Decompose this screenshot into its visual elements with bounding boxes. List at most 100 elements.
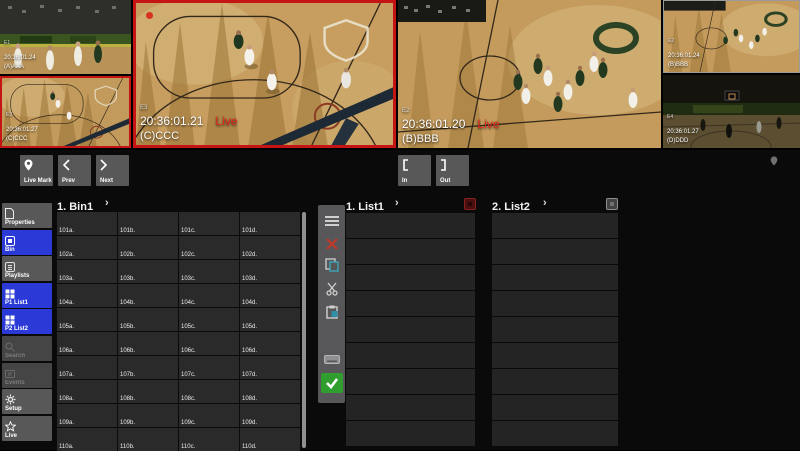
list-row[interactable] [492, 343, 618, 368]
confirm-icon[interactable] [321, 373, 343, 393]
monitor-camera-a[interactable]: E1 20:36:01.24 (A)AAA [0, 0, 131, 74]
list-row[interactable] [492, 239, 618, 264]
menu-icon[interactable] [325, 214, 339, 232]
bin-clip[interactable]: 109d. [240, 404, 300, 427]
bin-clip[interactable]: 102c. [179, 236, 239, 259]
sidebar-item-label: Search [5, 353, 25, 359]
bin-clip[interactable]: 107b. [118, 356, 178, 379]
copy-icon[interactable] [325, 258, 339, 277]
list1-header[interactable]: 1. List1 › [346, 197, 476, 211]
bin-clip[interactable]: 101b. [118, 212, 178, 235]
monitor-camera-d-thumb[interactable]: E4 20:36:01.27 (D)DDD [663, 75, 800, 148]
sidebar-item-live[interactable]: Live [2, 416, 52, 441]
in-button[interactable]: In [398, 155, 431, 186]
bin-clip[interactable]: 104b. [118, 284, 178, 307]
list-row[interactable] [346, 369, 475, 394]
bin-clip[interactable]: 105c. [179, 308, 239, 331]
bin-clip[interactable]: 105a. [57, 308, 117, 331]
bin-clip[interactable]: 107c. [179, 356, 239, 379]
bin-clip[interactable]: 110c. [179, 428, 239, 451]
list-row[interactable] [346, 239, 475, 264]
bin-clip[interactable]: 108a. [57, 380, 117, 403]
sidebar-item-p1-list1[interactable]: P1 List1 [2, 283, 52, 308]
bin-clip[interactable]: 103c. [179, 260, 239, 283]
sidebar-item-playlists[interactable]: Playlists [2, 256, 52, 281]
sidebar-item-bin[interactable]: Bin [2, 230, 52, 255]
bin-clip[interactable]: 105b. [118, 308, 178, 331]
list-row[interactable] [492, 369, 618, 394]
list2-output-badge[interactable] [606, 198, 618, 210]
bin-clip[interactable]: 105d. [240, 308, 300, 331]
bin-clip[interactable]: 106c. [179, 332, 239, 355]
monitor-camera-c-main[interactable]: E3 20:36:01.21Live (C)CCC [133, 0, 396, 148]
bin-clip[interactable]: 106d. [240, 332, 300, 355]
bin-clip[interactable]: 104a. [57, 284, 117, 307]
bin-clip[interactable]: 102d. [240, 236, 300, 259]
list-row[interactable] [346, 421, 475, 446]
list-row[interactable] [492, 395, 618, 420]
next-button[interactable]: Next [96, 155, 129, 186]
pin-small-icon[interactable] [770, 153, 778, 171]
bin-clip[interactable]: 110b. [118, 428, 178, 451]
bin-clip[interactable]: 109b. [118, 404, 178, 427]
prev-button[interactable]: Prev [58, 155, 91, 186]
bin-clip[interactable]: 101d. [240, 212, 300, 235]
clip-label: 105a. [59, 324, 74, 330]
bin-clip[interactable]: 107d. [240, 356, 300, 379]
list-row[interactable] [346, 291, 475, 316]
bin-clip[interactable]: 104d. [240, 284, 300, 307]
clip-label: 103a. [59, 276, 74, 282]
bin-clip[interactable]: 106a. [57, 332, 117, 355]
paste-icon[interactable] [325, 305, 338, 324]
list-row[interactable] [492, 291, 618, 316]
bin-clip[interactable]: 102b. [118, 236, 178, 259]
list-row[interactable] [492, 213, 618, 238]
list-row[interactable] [346, 395, 475, 420]
list-row[interactable] [492, 421, 618, 446]
bin-scrollbar[interactable] [302, 212, 306, 448]
bin-clip[interactable]: 108c. [179, 380, 239, 403]
button-label: Out [440, 178, 450, 184]
monitor-camera-b-main[interactable]: E2 20:36:01.20Live (B)BBB [398, 0, 661, 148]
sidebar-item-properties[interactable]: Properties [2, 203, 52, 228]
live-mark-button[interactable]: Live Mark [20, 155, 53, 186]
bin-clip[interactable]: 110d. [240, 428, 300, 451]
bin-clip[interactable]: 103b. [118, 260, 178, 283]
list1-output-badge[interactable] [464, 198, 476, 210]
list-row[interactable] [492, 265, 618, 290]
bin-clip[interactable]: 108d. [240, 380, 300, 403]
list-row[interactable] [492, 317, 618, 342]
clip-label: 110b. [120, 444, 135, 450]
monitor-camera-b-thumb[interactable]: E2 20:36:01.24 (B)BBB [663, 0, 800, 73]
keyboard-icon[interactable] [324, 351, 340, 369]
list-row[interactable] [346, 343, 475, 368]
bin-clip[interactable]: 108b. [118, 380, 178, 403]
bin-clip[interactable]: 110a. [57, 428, 117, 451]
sidebar-item-setup[interactable]: Setup [2, 389, 52, 414]
bin-clip[interactable]: 109c. [179, 404, 239, 427]
list-row[interactable] [346, 213, 475, 238]
bin-clip[interactable]: 101c. [179, 212, 239, 235]
out-button[interactable]: Out [436, 155, 469, 186]
replay-app: E1 20:36:01.24 (A)AAA [0, 0, 800, 450]
bin-clip[interactable]: 104c. [179, 284, 239, 307]
bin-clip[interactable]: 101a. [57, 212, 117, 235]
bracket-left-icon [402, 158, 409, 176]
bin-clip[interactable]: 102a. [57, 236, 117, 259]
bin-clip[interactable]: 106b. [118, 332, 178, 355]
list-row[interactable] [346, 265, 475, 290]
delete-icon[interactable] [326, 237, 338, 255]
clip-label: 106b. [120, 348, 135, 354]
monitor-camera-c-thumb[interactable]: E3 20:36:01.27 (C)CCC [0, 76, 131, 148]
sidebar-item-p2-list2[interactable]: P2 List2 [2, 309, 52, 334]
bin-header[interactable]: 1. Bin1 › [57, 197, 177, 211]
cut-icon[interactable] [326, 282, 338, 301]
bin-clip[interactable]: 109a. [57, 404, 117, 427]
bin-clip[interactable]: 103a. [57, 260, 117, 283]
transport-buttons: Live MarkPrevNext [20, 155, 129, 186]
bin-clip[interactable]: 103d. [240, 260, 300, 283]
sidebar-item-label: P2 List2 [5, 326, 28, 332]
list2-header[interactable]: 2. List2 › [492, 197, 622, 211]
list-row[interactable] [346, 317, 475, 342]
bin-clip[interactable]: 107a. [57, 356, 117, 379]
